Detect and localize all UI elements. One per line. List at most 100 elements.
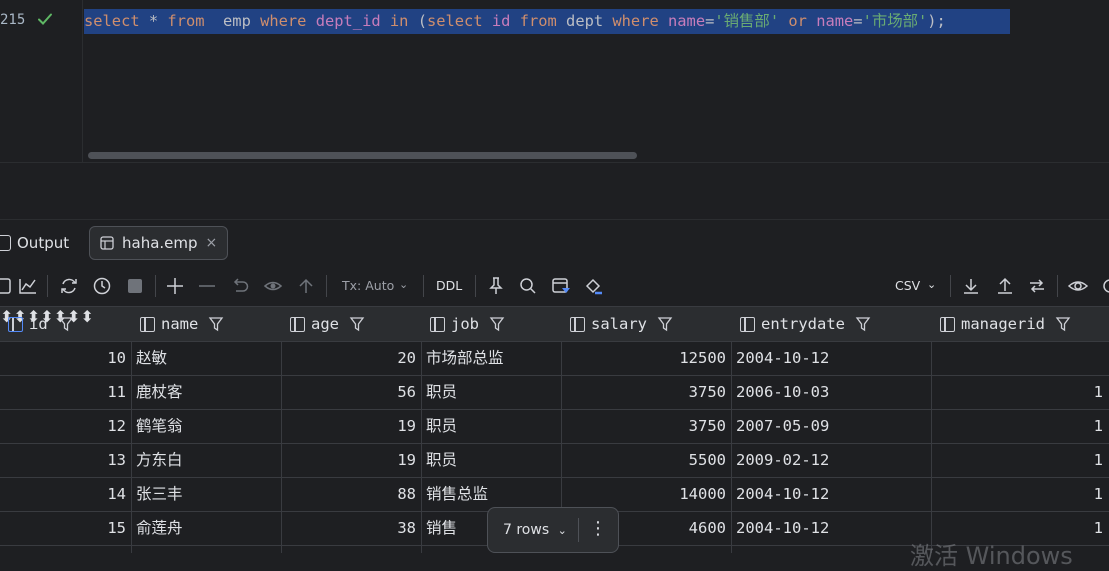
- cell-entrydate[interactable]: 2004-10-12: [736, 341, 928, 375]
- more-options-icon[interactable]: ⋮: [588, 518, 608, 542]
- paint-bucket-icon[interactable]: [583, 276, 603, 296]
- cell-entrydate[interactable]: 2004-10-12: [736, 477, 928, 511]
- cell-name[interactable]: 鹤笔翁: [136, 409, 278, 443]
- cell-age[interactable]: 88: [282, 477, 416, 511]
- table-row[interactable]: 10 赵敏 20 市场部总监 12500 2004-10-12: [0, 341, 1109, 376]
- column-header-job[interactable]: job: [430, 307, 505, 341]
- cell-salary[interactable]: 12500: [562, 341, 726, 375]
- cell-job[interactable]: 职员: [426, 375, 558, 409]
- pin-icon[interactable]: [486, 276, 506, 296]
- column-header-managerid[interactable]: managerid: [940, 307, 1071, 341]
- search-icon[interactable]: [518, 276, 538, 296]
- table-row[interactable]: 11 鹿杖客 56 职员 3750 2006-10-03 1: [0, 375, 1109, 410]
- cell-salary[interactable]: 14000: [562, 477, 726, 511]
- upload-icon[interactable]: [995, 276, 1015, 296]
- column-header-id[interactable]: id: [8, 307, 74, 341]
- selected-code-line[interactable]: select * from emp where dept_id in (sele…: [84, 9, 1010, 34]
- tab-output[interactable]: Output: [0, 234, 69, 252]
- column-header-age[interactable]: age: [290, 307, 365, 341]
- cell-job[interactable]: 市场部总监: [426, 341, 558, 375]
- cell-name[interactable]: 张三丰: [136, 477, 278, 511]
- horizontal-scrollbar-thumb[interactable]: [88, 152, 637, 159]
- preview-changes-icon[interactable]: [263, 276, 283, 296]
- cell-name[interactable]: 方东白: [136, 443, 278, 477]
- cell-name[interactable]: 赵敏: [136, 341, 278, 375]
- cell-salary[interactable]: 3750: [562, 375, 726, 409]
- cell-managerid[interactable]: 1: [932, 477, 1103, 511]
- cell-managerid[interactable]: 1: [932, 375, 1103, 409]
- filter-icon[interactable]: [58, 316, 74, 332]
- cell-age[interactable]: 19: [282, 443, 416, 477]
- column-header-salary[interactable]: salary: [570, 307, 673, 341]
- ddl-button[interactable]: DDL: [436, 278, 462, 293]
- eye-icon[interactable]: [1068, 276, 1088, 296]
- cell-job[interactable]: 职员: [426, 409, 558, 443]
- add-row-icon[interactable]: [165, 276, 185, 296]
- cell-age[interactable]: 19: [282, 409, 416, 443]
- chevron-down-icon[interactable]: ⌄: [399, 278, 408, 291]
- revert-icon[interactable]: [230, 276, 250, 296]
- tab-haha-emp[interactable]: haha.emp ×: [89, 226, 228, 260]
- filter-icon[interactable]: [349, 316, 365, 332]
- history-icon[interactable]: [92, 276, 112, 296]
- settings-icon[interactable]: [1100, 276, 1109, 296]
- chevron-down-icon[interactable]: ⌄: [927, 278, 936, 291]
- cell-id[interactable]: 15: [0, 511, 126, 545]
- tab-output-label: Output: [17, 234, 70, 252]
- cell-name[interactable]: 俞莲舟: [136, 511, 278, 545]
- delete-row-icon[interactable]: [197, 276, 217, 296]
- sql-editor[interactable]: 215 select * from emp where dept_id in (…: [0, 0, 1109, 162]
- refresh-icon[interactable]: [59, 276, 79, 296]
- cell-managerid[interactable]: 1: [932, 443, 1103, 477]
- cell-age[interactable]: 20: [282, 341, 416, 375]
- code-token: dept: [556, 12, 613, 30]
- cell-age[interactable]: 56: [282, 375, 416, 409]
- tx-mode-dropdown[interactable]: Tx: Auto: [342, 278, 394, 293]
- filter-icon[interactable]: [489, 316, 505, 332]
- cell-entrydate[interactable]: 2009-02-12: [736, 443, 928, 477]
- grid-view-icon[interactable]: [0, 276, 14, 296]
- cell-entrydate[interactable]: 2007-05-09: [736, 409, 928, 443]
- cell-age[interactable]: 38: [282, 511, 416, 545]
- cell-name[interactable]: 鹿杖客: [136, 375, 278, 409]
- code-token: select: [84, 12, 140, 30]
- chart-icon[interactable]: [18, 276, 38, 296]
- cell-job[interactable]: 销售总监: [426, 477, 558, 511]
- export-format-dropdown[interactable]: CSV: [895, 278, 920, 293]
- cell-job[interactable]: 职员: [426, 443, 558, 477]
- cell-entrydate[interactable]: 2006-10-03: [736, 375, 928, 409]
- editor-gutter: 215: [0, 0, 83, 162]
- filter-icon[interactable]: [208, 316, 224, 332]
- column-header-entrydate[interactable]: entrydate: [740, 307, 871, 341]
- cell-managerid[interactable]: [932, 341, 1103, 375]
- panel-splitter[interactable]: [0, 162, 1109, 219]
- cell-id[interactable]: 10: [0, 341, 126, 375]
- column-icon: [290, 316, 305, 332]
- download-icon[interactable]: [961, 276, 981, 296]
- cell-id[interactable]: 13: [0, 443, 126, 477]
- close-icon[interactable]: ×: [206, 235, 218, 251]
- table-row[interactable]: 13 方东白 19 职员 5500 2009-02-12 1: [0, 443, 1109, 478]
- row-count-dropdown[interactable]: 7 rows ⌄: [503, 522, 567, 538]
- stop-icon[interactable]: [125, 276, 145, 296]
- cell-id[interactable]: 12: [0, 409, 126, 443]
- cell-id[interactable]: 11: [0, 375, 126, 409]
- submit-icon[interactable]: [296, 276, 316, 296]
- cell-salary[interactable]: 5500: [562, 443, 726, 477]
- cell-entrydate[interactable]: 2004-10-12: [736, 511, 928, 545]
- cell-salary[interactable]: 3750: [562, 409, 726, 443]
- filter-icon[interactable]: [1055, 316, 1071, 332]
- cell-managerid[interactable]: 1: [932, 409, 1103, 443]
- filter-icon[interactable]: [855, 316, 871, 332]
- filter-table-icon[interactable]: [551, 276, 571, 296]
- code-token: (: [408, 12, 427, 30]
- sort-icon[interactable]: ⬍: [80, 307, 93, 326]
- column-header-name[interactable]: name: [140, 307, 224, 341]
- cell-id[interactable]: 14: [0, 477, 126, 511]
- filter-icon[interactable]: [657, 316, 673, 332]
- table-row[interactable]: 12 鹤笔翁 19 职员 3750 2007-05-09 1: [0, 409, 1109, 444]
- code-token: =: [705, 12, 715, 30]
- compare-icon[interactable]: [1027, 276, 1047, 296]
